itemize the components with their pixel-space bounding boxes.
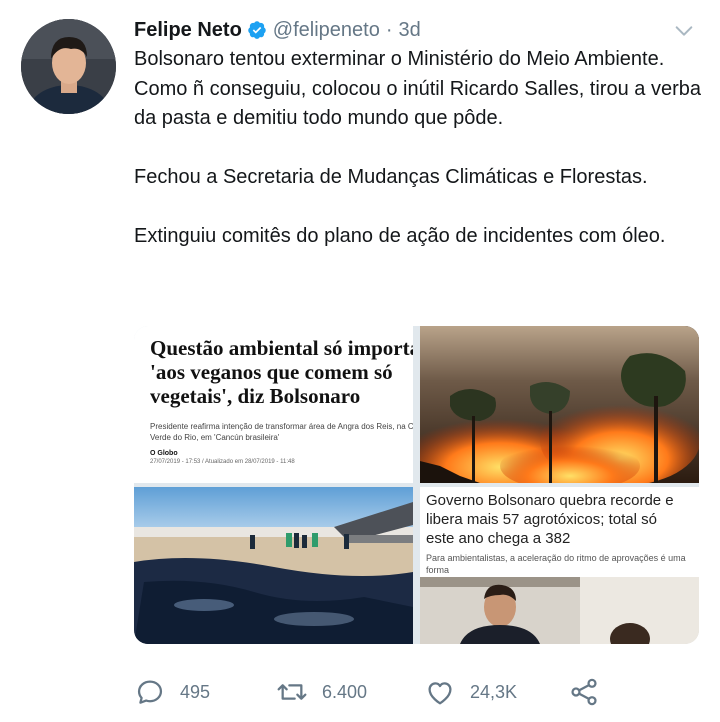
tweet-paragraph: Extinguiu comitês do plano de ação de in…	[134, 225, 666, 247]
newspaper-date: 27/07/2019 - 17:53 / Atualizado em 28/07…	[150, 459, 295, 465]
retweet-button[interactable]: 6.400	[276, 674, 367, 710]
reply-icon	[137, 680, 163, 704]
retweet-icon	[277, 684, 307, 700]
author-handle[interactable]: @felipeneto	[273, 19, 380, 42]
retweet-count: 6.400	[322, 681, 368, 702]
reply-button[interactable]: 495	[134, 674, 210, 710]
header-separator: ·	[385, 18, 393, 41]
avatar[interactable]	[21, 19, 116, 114]
oil-beach-photo	[134, 487, 413, 644]
media-image-oil-beach[interactable]	[134, 487, 413, 644]
like-icon	[428, 682, 452, 705]
author-name[interactable]: Felipe Neto	[134, 19, 242, 42]
avatar-image	[21, 19, 116, 114]
gov-article-photo	[420, 577, 699, 644]
tweet-paragraph: Bolsonaro tentou exterminar o Ministério…	[134, 48, 701, 129]
tweet-header: Felipe Neto @felipeneto · 3d	[134, 16, 421, 44]
tweet-time[interactable]: 3d	[399, 19, 421, 42]
like-count: 24,3K	[470, 681, 518, 702]
share-icon	[571, 678, 597, 706]
media-grid: Questão ambiental só importa 'aos vegano…	[134, 326, 699, 644]
like-button[interactable]: 24,3K	[424, 674, 517, 710]
reply-count: 495	[180, 681, 211, 702]
media-image-gov-article[interactable]: Governo Bolsonaro quebra recorde e liber…	[420, 487, 699, 644]
tweet-paragraph: Fechou a Secretaria de Mudanças Climátic…	[134, 166, 648, 188]
tweet-actions: 495 6.400 24,3K	[134, 674, 694, 710]
newspaper-subheadline: Presidente reafirma intenção de transfor…	[150, 422, 413, 442]
verified-badge-icon	[248, 21, 266, 39]
forest-fire-photo	[420, 326, 699, 483]
share-button[interactable]	[568, 674, 600, 710]
chevron-down-icon[interactable]	[673, 20, 695, 42]
tweet-text: Bolsonaro tentou exterminar o Ministério…	[134, 45, 704, 252]
media-image-newspaper[interactable]: Questão ambiental só importa 'aos vegano…	[134, 326, 413, 483]
newspaper-headline: Questão ambiental só importa 'aos vegano…	[150, 336, 413, 408]
media-image-forest-fire[interactable]	[420, 326, 699, 483]
newspaper-source: O Globo	[150, 450, 178, 457]
gov-article-headline: Governo Bolsonaro quebra recorde e liber…	[426, 492, 674, 547]
